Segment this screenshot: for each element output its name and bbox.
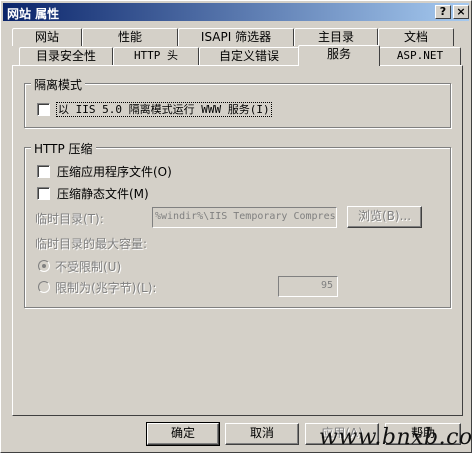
help-title-button[interactable]: ?	[435, 5, 451, 19]
tab-home-directory[interactable]: 主目录	[294, 28, 378, 46]
iis5-isolation-checkbox[interactable]	[37, 103, 50, 116]
max-size-label: 临时目录的最大容量:	[35, 237, 148, 251]
title-bar[interactable]: 网站 属性 ? ×	[3, 3, 469, 21]
browse-button[interactable]: 浏览(B)...	[347, 206, 422, 228]
close-title-button[interactable]: ×	[453, 5, 469, 19]
limit-size-radio[interactable]	[38, 281, 50, 293]
http-compression-title: HTTP 压缩	[31, 140, 96, 157]
temp-dir-input[interactable]: %windir%\IIS Temporary Compres	[152, 207, 337, 228]
site-watermark: www.bnxb.com	[319, 425, 472, 450]
compress-static-files-checkbox[interactable]	[37, 187, 50, 200]
limit-size-label: 限制为(兆字节)(L):	[55, 281, 157, 295]
tab-aspnet[interactable]: ASP.NET	[379, 47, 461, 65]
compress-app-files-label: 压缩应用程序文件(O)	[57, 165, 172, 179]
tab-performance[interactable]: 性能	[82, 28, 178, 46]
http-compression-group: HTTP 压缩 压缩应用程序文件(O) 压缩静态文件(M) 临时目录(T): %…	[24, 140, 451, 308]
tab-custom-errors[interactable]: 自定义错误	[199, 47, 299, 65]
cancel-button[interactable]: 取消	[225, 423, 299, 445]
tab-directory-security[interactable]: 目录安全性	[19, 47, 113, 65]
temp-dir-label: 临时目录(T):	[35, 212, 104, 226]
ok-button[interactable]: 确定	[146, 422, 220, 446]
isolation-mode-group: 隔离模式 以 IIS 5.0 隔离模式运行 WWW 服务(I)	[24, 76, 451, 128]
tab-website[interactable]: 网站	[12, 28, 82, 46]
tab-isapi-filters[interactable]: ISAPI 筛选器	[178, 28, 294, 46]
compress-static-files-label: 压缩静态文件(M)	[57, 187, 149, 201]
radio-selected-dot	[42, 264, 46, 268]
isolation-mode-title: 隔离模式	[31, 76, 86, 93]
tab-documents[interactable]: 文档	[378, 28, 454, 46]
window-title: 网站 属性	[7, 7, 60, 21]
compress-app-files-checkbox[interactable]	[37, 165, 50, 178]
iis5-isolation-label: 以 IIS 5.0 隔离模式运行 WWW 服务(I)	[56, 102, 272, 117]
limit-size-input[interactable]: 95	[278, 276, 338, 297]
tab-service[interactable]: 服务	[298, 45, 380, 66]
properties-dialog: 网站 属性 ? × 网站 性能 ISAPI 筛选器 主目录 文档 目录安全性 H…	[0, 0, 472, 453]
unlimited-label: 不受限制(U)	[55, 260, 122, 274]
service-panel: 隔离模式 以 IIS 5.0 隔离模式运行 WWW 服务(I) HTTP 压缩 …	[12, 65, 463, 416]
tab-http-headers[interactable]: HTTP 头	[113, 47, 199, 65]
unlimited-radio[interactable]	[38, 260, 50, 272]
